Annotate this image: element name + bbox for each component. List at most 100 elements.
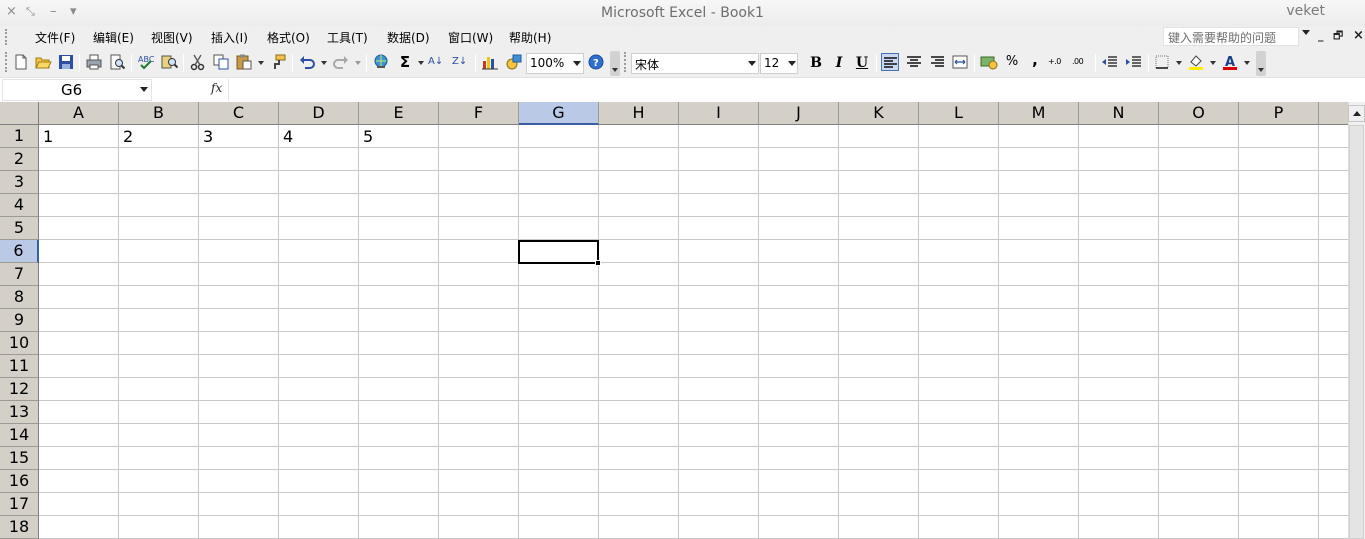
cell-b1[interactable]: 2 <box>123 126 133 149</box>
undo-dropdown-icon[interactable] <box>321 61 327 65</box>
row-header-6[interactable]: 6 <box>0 240 39 263</box>
menu-help[interactable]: 帮助(H) <box>509 29 551 46</box>
open-folder-icon[interactable] <box>34 53 52 71</box>
standard-toolbar-options-icon[interactable] <box>610 51 620 76</box>
row-header-11[interactable]: 11 <box>0 355 39 378</box>
align-left-icon[interactable] <box>881 53 899 71</box>
standard-toolbar-grip-icon[interactable] <box>5 52 8 72</box>
save-disk-icon[interactable] <box>57 53 75 71</box>
insert-function-icon[interactable]: fx <box>211 81 222 95</box>
menu-window[interactable]: 窗口(W) <box>448 29 493 46</box>
row-header-9[interactable]: 9 <box>0 309 39 332</box>
row-header-13[interactable]: 13 <box>0 401 39 424</box>
bold-button[interactable]: B <box>806 53 826 73</box>
column-header-b[interactable]: B <box>119 102 199 125</box>
print-preview-icon[interactable] <box>108 53 126 71</box>
increase-indent-icon[interactable] <box>1125 53 1143 71</box>
row-header-14[interactable]: 14 <box>0 424 39 447</box>
row-header-12[interactable]: 12 <box>0 378 39 401</box>
column-header-n[interactable]: N <box>1079 102 1159 125</box>
column-header-f[interactable]: F <box>439 102 519 125</box>
menu-data[interactable]: 数据(D) <box>387 29 430 46</box>
column-header-o[interactable]: O <box>1159 102 1239 125</box>
insert-hyperlink-icon[interactable] <box>372 53 390 71</box>
column-header-e[interactable]: E <box>359 102 439 125</box>
formula-input[interactable] <box>228 79 1363 101</box>
cell-d1[interactable]: 4 <box>283 126 293 149</box>
decrease-decimal-icon[interactable]: .00 <box>1072 53 1090 71</box>
menu-insert[interactable]: 插入(I) <box>211 29 248 46</box>
fill-handle[interactable] <box>595 260 601 266</box>
row-header-1[interactable]: 1 <box>0 125 39 148</box>
active-cell-g6[interactable] <box>518 240 599 264</box>
undo-icon[interactable] <box>298 53 316 71</box>
column-header-d[interactable]: D <box>279 102 359 125</box>
menu-view[interactable]: 视图(V) <box>151 29 193 46</box>
font-color-icon[interactable]: A <box>1221 53 1239 71</box>
format-toolbar-options-icon[interactable] <box>1256 51 1266 76</box>
fill-color-dropdown-icon[interactable] <box>1210 61 1216 65</box>
align-right-icon[interactable] <box>928 53 946 71</box>
row-header-4[interactable]: 4 <box>0 194 39 217</box>
help-dropdown-icon[interactable] <box>1302 30 1310 35</box>
column-header-g[interactable]: G <box>519 102 599 125</box>
cell-e1[interactable]: 5 <box>363 126 373 149</box>
help-question-icon[interactable]: ? <box>587 53 605 71</box>
chart-wizard-icon[interactable] <box>481 53 499 71</box>
menu-format[interactable]: 格式(O) <box>267 29 310 46</box>
print-icon[interactable] <box>85 53 103 71</box>
cell-area[interactable] <box>39 125 1348 539</box>
fill-color-icon[interactable] <box>1187 53 1205 71</box>
row-header-17[interactable]: 17 <box>0 493 39 516</box>
borders-dropdown-icon[interactable] <box>1176 61 1182 65</box>
research-icon[interactable] <box>160 53 178 71</box>
doc-minimize-icon[interactable]: _ <box>1318 30 1324 42</box>
row-header-8[interactable]: 8 <box>0 286 39 309</box>
increase-decimal-icon[interactable]: +.0 <box>1048 53 1066 71</box>
row-header-16[interactable]: 16 <box>0 470 39 493</box>
cell-c1[interactable]: 3 <box>203 126 213 149</box>
font-name-dropdown-icon[interactable] <box>748 61 756 66</box>
row-header-15[interactable]: 15 <box>0 447 39 470</box>
font-color-dropdown-icon[interactable] <box>1244 61 1250 65</box>
autosum-dropdown-icon[interactable] <box>418 61 424 65</box>
scroll-up-arrow-icon[interactable] <box>1348 105 1365 122</box>
underline-button[interactable]: U <box>852 53 872 73</box>
comma-style-icon[interactable]: , <box>1026 53 1044 71</box>
name-box-dropdown-icon[interactable] <box>140 87 148 92</box>
italic-button[interactable]: I <box>829 53 849 73</box>
sort-ascending-icon[interactable]: A↓ <box>428 53 446 71</box>
row-header-10[interactable]: 10 <box>0 332 39 355</box>
font-size-dropdown-icon[interactable] <box>788 61 796 66</box>
column-header-k[interactable]: K <box>839 102 919 125</box>
paste-dropdown-icon[interactable] <box>258 61 264 65</box>
redo-dropdown-icon[interactable] <box>355 61 361 65</box>
zoom-dropdown-icon[interactable] <box>573 61 581 66</box>
column-header-q[interactable] <box>1319 102 1348 125</box>
percent-style-icon[interactable]: % <box>1003 53 1021 71</box>
row-header-3[interactable]: 3 <box>0 171 39 194</box>
vertical-scroll-thumb[interactable] <box>1349 125 1364 539</box>
new-file-icon[interactable] <box>12 53 30 71</box>
format-painter-icon[interactable] <box>269 53 287 71</box>
drawing-icon[interactable] <box>505 53 523 71</box>
column-header-a[interactable]: A <box>39 102 119 125</box>
paste-clipboard-icon[interactable] <box>235 53 253 71</box>
copy-icon[interactable] <box>212 53 230 71</box>
borders-icon[interactable] <box>1154 53 1172 71</box>
autosum-icon[interactable]: Σ <box>396 53 414 71</box>
cut-scissors-icon[interactable] <box>189 53 207 71</box>
row-header-7[interactable]: 7 <box>0 263 39 286</box>
sort-descending-icon[interactable]: Z↓ <box>452 53 470 71</box>
font-name-select[interactable]: 宋体 <box>631 53 759 74</box>
format-toolbar-grip-icon[interactable] <box>624 52 627 72</box>
doc-restore-icon[interactable]: 🗗 <box>1333 30 1343 42</box>
column-header-m[interactable]: M <box>999 102 1079 125</box>
column-header-p[interactable]: P <box>1239 102 1319 125</box>
merge-center-icon[interactable] <box>951 53 969 71</box>
decrease-indent-icon[interactable] <box>1101 53 1119 71</box>
menu-tools[interactable]: 工具(T) <box>327 29 368 46</box>
row-header-18[interactable]: 18 <box>0 516 39 539</box>
menu-edit[interactable]: 编辑(E) <box>93 29 134 46</box>
doc-close-icon[interactable]: × <box>1353 29 1364 42</box>
